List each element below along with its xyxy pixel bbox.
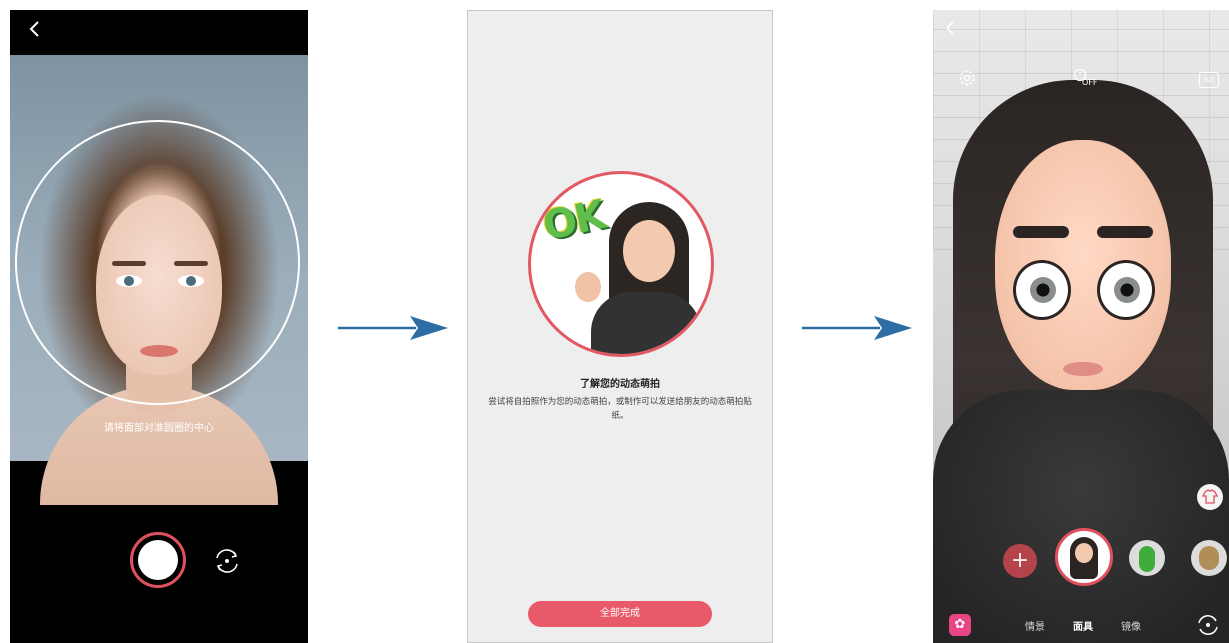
switch-camera-icon[interactable] — [1195, 612, 1221, 638]
back-icon[interactable] — [945, 20, 965, 44]
chevron-left-icon — [945, 21, 954, 35]
sticker-icon[interactable]: ✿ — [949, 614, 971, 636]
ok-badge-text: OK — [538, 192, 609, 250]
mode-tab-scene[interactable]: 情景 — [1025, 618, 1045, 633]
emoji-right-eye — [1097, 260, 1155, 320]
add-emoji-button[interactable]: + — [1003, 544, 1037, 578]
emoji-lips — [1063, 362, 1103, 376]
back-icon[interactable] — [22, 19, 46, 45]
ar-emoji-illustration: OK — [528, 171, 714, 357]
arrow-right-icon — [802, 316, 912, 340]
sloth-figure — [1199, 546, 1219, 570]
sloth-emoji-option[interactable] — [1191, 540, 1227, 576]
timer-button[interactable]: OFF — [1073, 68, 1109, 92]
avatar-hand — [575, 272, 601, 302]
chevron-left-icon — [29, 21, 39, 37]
face-guide-hint: 请将面部对准圆圈的中心 — [104, 423, 214, 434]
shutter-button[interactable] — [130, 532, 186, 588]
gear-icon[interactable] — [957, 68, 977, 88]
done-button[interactable]: 全部完成 — [528, 601, 712, 627]
arrow-right-icon — [338, 316, 448, 340]
selected-emoji-avatar[interactable] — [1055, 528, 1113, 586]
avatar-face — [623, 220, 675, 282]
face-guide-circle — [15, 120, 300, 405]
face-capture-screen: 请将面部对准圆圈的中心 — [10, 10, 308, 643]
emoji-face — [995, 140, 1171, 390]
tshirt-icon[interactable] — [1197, 484, 1223, 510]
aspect-ratio-button[interactable]: Full — [1199, 72, 1219, 88]
emoji-sweater — [933, 390, 1229, 643]
dinosaur-figure — [1139, 546, 1155, 572]
emoji-left-brow — [1013, 226, 1069, 238]
intro-description: 尝试将自拍照作为您的动态萌拍，或制作可以发送给朋友的动态萌拍贴纸。 — [488, 397, 752, 421]
mini-avatar-face — [1075, 543, 1093, 563]
avatar-body — [591, 292, 701, 354]
intro-title: 了解您的动态萌拍 — [580, 379, 660, 390]
shutter-inner — [138, 540, 178, 580]
timer-label: OFF — [1082, 78, 1098, 87]
top-bar — [10, 10, 308, 55]
mode-tab-mask[interactable]: 面具 — [1073, 618, 1093, 633]
ar-emoji-camera-screen: OFF Full + ✿ 情景 面具 镜像 — [933, 10, 1229, 643]
emoji-right-brow — [1097, 226, 1153, 238]
intro-screen: OK 了解您的动态萌拍 尝试将自拍照作为您的动态萌拍，或制作可以发送给朋友的动态… — [467, 10, 773, 643]
switch-camera-icon[interactable] — [212, 546, 242, 576]
dinosaur-emoji-option[interactable] — [1129, 540, 1165, 576]
emoji-left-eye — [1013, 260, 1071, 320]
mode-tab-mirror[interactable]: 镜像 — [1121, 618, 1141, 633]
